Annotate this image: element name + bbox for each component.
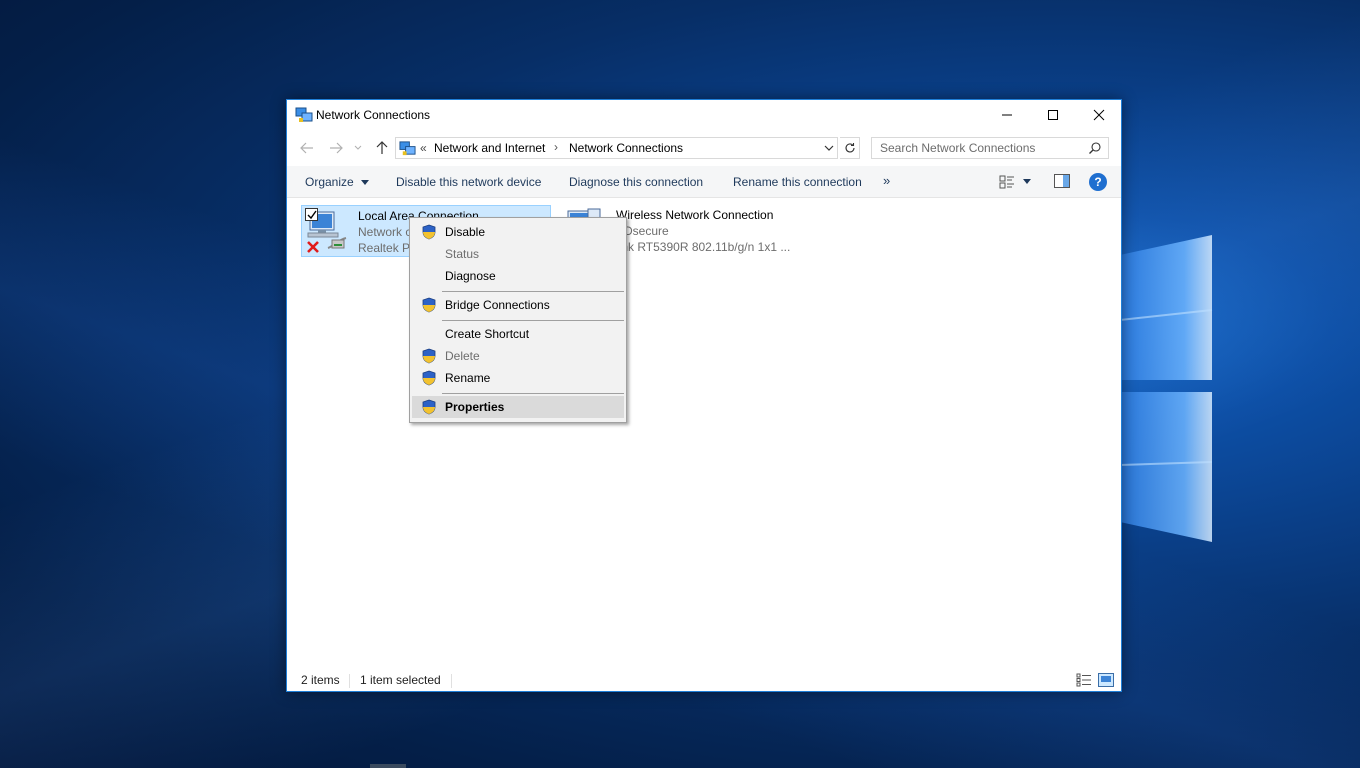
menu-item-label: Diagnose bbox=[445, 269, 496, 283]
status-divider bbox=[349, 674, 350, 688]
close-button[interactable] bbox=[1076, 100, 1122, 130]
details-view-icon[interactable] bbox=[1076, 673, 1092, 687]
menu-item-delete[interactable]: Delete bbox=[412, 345, 624, 367]
forward-arrow-icon bbox=[330, 142, 343, 154]
back-button[interactable] bbox=[297, 138, 317, 158]
organize-button[interactable]: Organize bbox=[305, 175, 370, 189]
menu-separator bbox=[442, 393, 624, 394]
uac-shield-icon bbox=[422, 348, 436, 364]
uac-shield-icon bbox=[422, 297, 436, 313]
menu-item-create-shortcut[interactable]: Create Shortcut bbox=[412, 323, 624, 345]
search-icon[interactable] bbox=[1088, 141, 1102, 155]
item-count: 2 items bbox=[301, 673, 340, 687]
organize-label: Organize bbox=[305, 175, 354, 189]
window-title: Network Connections bbox=[316, 108, 431, 122]
chevron-down-icon[interactable] bbox=[822, 141, 836, 155]
up-button[interactable] bbox=[372, 138, 392, 158]
network-connections-icon bbox=[399, 141, 416, 156]
search-box[interactable]: Search Network Connections bbox=[871, 137, 1109, 159]
large-icons-view-icon[interactable] bbox=[1098, 673, 1114, 687]
menu-item-diagnose[interactable]: Diagnose bbox=[412, 265, 624, 287]
address-overflow[interactable]: « bbox=[420, 141, 427, 155]
diagnose-connection-button[interactable]: Diagnose this connection bbox=[569, 175, 703, 189]
menu-item-label: Status bbox=[445, 247, 480, 261]
disconnected-x-icon bbox=[307, 241, 319, 253]
chevron-down-icon bbox=[354, 145, 362, 150]
breadcrumb-network-and-internet[interactable]: Network and Internet bbox=[434, 141, 545, 155]
menu-separator bbox=[442, 291, 624, 292]
menu-item-disable[interactable]: Disable bbox=[412, 221, 624, 243]
more-commands-button[interactable]: » bbox=[883, 173, 890, 188]
status-bar: 2 items 1 item selected bbox=[287, 670, 1121, 691]
menu-item-label: Bridge Connections bbox=[445, 298, 550, 312]
up-arrow-icon bbox=[376, 141, 388, 154]
selection-count: 1 item selected bbox=[360, 673, 441, 687]
menu-item-label: Properties bbox=[445, 400, 505, 414]
checkmark-icon bbox=[307, 210, 317, 219]
menu-item-status[interactable]: Status bbox=[412, 243, 624, 265]
command-bar: Organize Disable this network device Dia… bbox=[287, 166, 1121, 198]
navigation-row: « Network and Internet › Network Connect… bbox=[287, 130, 1121, 166]
refresh-icon bbox=[844, 143, 855, 153]
menu-separator bbox=[442, 320, 624, 321]
help-icon[interactable]: ? bbox=[1089, 173, 1107, 191]
maximize-icon bbox=[1048, 110, 1058, 120]
close-icon bbox=[1093, 109, 1105, 121]
connection-name: Wireless Network Connection bbox=[616, 208, 774, 222]
breadcrumb-separator[interactable]: › bbox=[554, 140, 558, 154]
refresh-button[interactable] bbox=[840, 137, 860, 159]
search-input[interactable]: Search Network Connections bbox=[880, 141, 1035, 155]
taskbar-edge bbox=[370, 764, 406, 768]
address-bar[interactable]: « Network and Internet › Network Connect… bbox=[395, 137, 838, 159]
back-arrow-icon bbox=[300, 142, 313, 154]
network-connections-icon bbox=[295, 107, 313, 122]
minimize-icon bbox=[1002, 114, 1012, 116]
connection-adapter: link RT5390R 802.11b/g/n 1x1 ... bbox=[616, 240, 791, 254]
rename-connection-button[interactable]: Rename this connection bbox=[733, 175, 862, 189]
change-view-icon[interactable] bbox=[999, 174, 1015, 190]
uac-shield-icon bbox=[422, 224, 436, 240]
maximize-button[interactable] bbox=[1030, 100, 1076, 130]
view-options-dropdown[interactable] bbox=[1023, 179, 1031, 184]
minimize-button[interactable] bbox=[984, 100, 1030, 130]
preview-pane-icon[interactable] bbox=[1054, 174, 1070, 188]
connection-network: Network c bbox=[358, 225, 412, 239]
breadcrumb-network-connections[interactable]: Network Connections bbox=[569, 141, 683, 155]
status-divider bbox=[451, 674, 452, 688]
title-bar[interactable]: Network Connections bbox=[287, 100, 1121, 130]
uac-shield-icon bbox=[422, 399, 436, 415]
menu-item-rename[interactable]: Rename bbox=[412, 367, 624, 389]
recent-locations-button[interactable] bbox=[351, 138, 365, 158]
windows-logo-wallpaper bbox=[1120, 235, 1213, 542]
item-checkbox[interactable] bbox=[305, 208, 318, 221]
context-menu: Disable Status Diagnose Bridge Connectio… bbox=[409, 217, 627, 423]
menu-item-properties[interactable]: Properties bbox=[412, 396, 624, 418]
menu-item-label: Rename bbox=[445, 371, 491, 385]
chevron-down-icon bbox=[361, 180, 370, 185]
menu-item-bridge-connections[interactable]: Bridge Connections bbox=[412, 294, 624, 316]
menu-item-label: Disable bbox=[445, 225, 486, 239]
uac-shield-icon bbox=[422, 370, 436, 386]
menu-item-label: Delete bbox=[445, 349, 480, 363]
forward-button[interactable] bbox=[326, 138, 346, 158]
menu-item-label: Create Shortcut bbox=[445, 327, 530, 341]
disable-device-button[interactable]: Disable this network device bbox=[396, 175, 541, 189]
